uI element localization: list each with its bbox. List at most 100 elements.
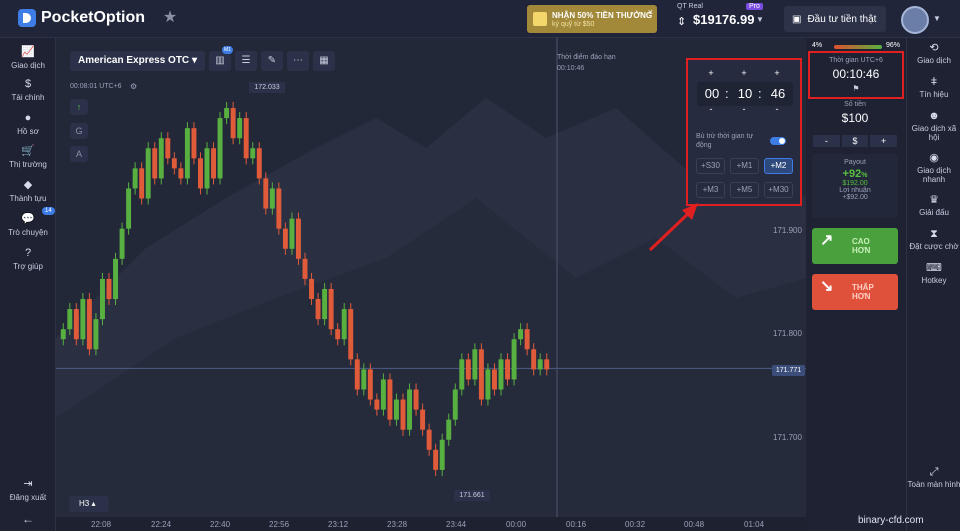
rnav-tournaments[interactable]: ♛ Giải đấu — [907, 195, 960, 218]
candle-body — [158, 138, 164, 179]
gear-icon[interactable]: ⚙ — [130, 82, 137, 91]
promo-title: NHẬN 50% TIỀN THƯỞNG — [552, 10, 653, 20]
seconds-value[interactable]: 46 — [766, 86, 790, 101]
quick-m30[interactable]: +M30 — [764, 182, 793, 198]
nav-achievements[interactable]: ◆ Thành tựu — [0, 179, 56, 203]
quick-s30[interactable]: +S30 — [696, 158, 725, 174]
auto-offset-label: Bù trừ thời gian tự động — [696, 133, 754, 149]
hour-plus[interactable]: + — [704, 68, 718, 78]
minutes-value[interactable]: 10 — [733, 86, 757, 101]
candle-body — [152, 148, 158, 179]
trade-panel: 4% 96% Thời gian UTC+6 00:10:46 ⚑ Số tiề… — [806, 38, 906, 531]
nav-finance[interactable]: $ Tài chính — [0, 78, 56, 102]
second-plus[interactable]: + — [770, 68, 784, 78]
time-value: 00:10:46 — [832, 67, 880, 81]
second-minus[interactable]: - — [770, 104, 784, 114]
collapse-arrow-icon[interactable]: ← — [0, 512, 56, 526]
nav-label: Hồ sơ — [17, 127, 39, 136]
y-tick: 171.700 — [773, 433, 802, 442]
hours-value[interactable]: 00 — [700, 86, 724, 101]
quick-m5[interactable]: +M5 — [730, 182, 759, 198]
more-button[interactable]: ⋯ — [286, 51, 309, 71]
candle-body — [354, 359, 360, 390]
amount-minus[interactable]: - — [813, 135, 840, 147]
balance-selector[interactable]: QT Real ⇕ $19176.99 — [677, 3, 755, 28]
candle-body — [126, 188, 132, 229]
quick-m3[interactable]: +M3 — [696, 182, 725, 198]
nav-chat[interactable]: 💬 Trò chuyện 14 — [0, 207, 56, 237]
time-selector[interactable]: Thời gian UTC+6 00:10:46 ⚑ — [808, 51, 904, 99]
asset-selector[interactable]: American Express OTC ▾ — [70, 51, 205, 71]
logo[interactable]: PocketOption — [18, 9, 145, 27]
low-label: 171.661 — [454, 490, 490, 501]
candle-body — [426, 429, 432, 450]
candle-body — [263, 178, 269, 209]
watermark: binary-cfd.com — [858, 515, 924, 526]
user-icon: ● — [24, 112, 32, 124]
buy-higher-button[interactable]: ↗ CAO HƠN — [812, 228, 898, 264]
candle-body — [86, 299, 92, 350]
trend-button[interactable]: ↑ — [70, 99, 88, 115]
asset-name: American Express OTC — [78, 55, 190, 66]
rnav-social[interactable]: ☻ Giao dịch xã hội — [907, 111, 960, 143]
candle-body — [132, 168, 138, 189]
hour-minus[interactable]: - — [704, 104, 718, 114]
rnav-express[interactable]: ◉ Giao dịch nhanh — [907, 153, 960, 185]
nav-market[interactable]: 🛒 Thị trường — [0, 145, 56, 169]
candle-body — [165, 138, 171, 159]
sell-label: THẤP — [852, 283, 874, 292]
candle-body — [322, 288, 328, 320]
profit-amount: +$92.00 — [842, 194, 868, 201]
rnav-trades[interactable]: ⟲ Giao dịch — [907, 43, 960, 66]
close-icon[interactable]: × — [648, 7, 653, 17]
avatar[interactable] — [901, 6, 929, 34]
promo-subtitle: ký quỹ từ $50 — [552, 20, 595, 28]
candle-body — [302, 258, 308, 279]
swap-icon: ⇕ — [677, 16, 687, 28]
rnav-hotkey[interactable]: ⌨ Hotkey — [907, 263, 960, 286]
draw-button[interactable]: ✎ — [260, 51, 283, 71]
rnav-fullscreen[interactable]: ⤢ Toàn màn hình — [907, 467, 960, 490]
candle-body — [204, 148, 210, 189]
a-button[interactable]: A — [70, 146, 88, 162]
rnav-signals[interactable]: ǂ Tín hiệu — [907, 77, 960, 100]
balance-value: $19176.99 — [693, 12, 755, 27]
candle-body — [446, 419, 452, 440]
real-money-button[interactable]: ▣ Đầu tư tiền thật — [784, 6, 886, 32]
amount-plus[interactable]: + — [870, 135, 898, 147]
payout-percent-value: +92 — [842, 168, 862, 180]
timeframe-selector[interactable]: H3 ▴ — [69, 496, 109, 512]
auto-offset-toggle[interactable] — [770, 137, 786, 145]
quick-m2[interactable]: +M2 — [764, 158, 793, 174]
amount-selector[interactable]: Số tiền $100 - $ + — [812, 101, 898, 147]
minute-plus[interactable]: + — [737, 68, 751, 78]
sell-percent: 4% — [812, 42, 823, 49]
x-axis: 22:08 22:24 22:40 22:56 23:12 23:28 23:4… — [56, 517, 806, 531]
chevron-down-icon[interactable]: ▼ — [756, 15, 764, 24]
amount-value[interactable]: $100 — [812, 111, 898, 125]
quick-m1[interactable]: +M1 — [730, 158, 759, 174]
rnav-pending[interactable]: ⧗ Đặt cược chờ — [907, 229, 960, 252]
nav-logout[interactable]: ⇥ Đăng xuất — [0, 478, 56, 502]
minute-minus[interactable]: - — [737, 104, 751, 114]
nav-help[interactable]: ? Trợ giúp — [0, 247, 56, 271]
star-icon[interactable]: ★ — [160, 8, 180, 28]
promo-banner[interactable]: NHẬN 50% TIỀN THƯỞNG ký quỹ từ $50 × — [527, 5, 657, 33]
dollar-icon[interactable]: $ — [841, 135, 869, 147]
rnav-label: Giải đấu — [919, 208, 949, 217]
candle-body — [145, 148, 151, 199]
candle-body — [505, 359, 510, 380]
g-button[interactable]: G — [70, 123, 88, 139]
y-tick: 171.800 — [773, 329, 802, 338]
indicators-button[interactable]: ☰ — [234, 51, 257, 71]
layout-button[interactable]: ▦ — [312, 51, 335, 71]
candle-body — [380, 379, 386, 410]
current-price-label: 171.771 — [772, 365, 805, 376]
sell-lower-button[interactable]: ↘ THẤP HƠN — [812, 274, 898, 310]
chart-type-button[interactable]: ▥ M1 — [208, 46, 233, 71]
chevron-down-icon[interactable]: ▼ — [933, 14, 941, 23]
candle-body — [80, 299, 86, 340]
nav-profile[interactable]: ● Hồ sơ — [0, 112, 56, 136]
nav-trade[interactable]: 📈 Giao dịch — [0, 46, 56, 70]
logout-icon: ⇥ — [23, 478, 33, 490]
